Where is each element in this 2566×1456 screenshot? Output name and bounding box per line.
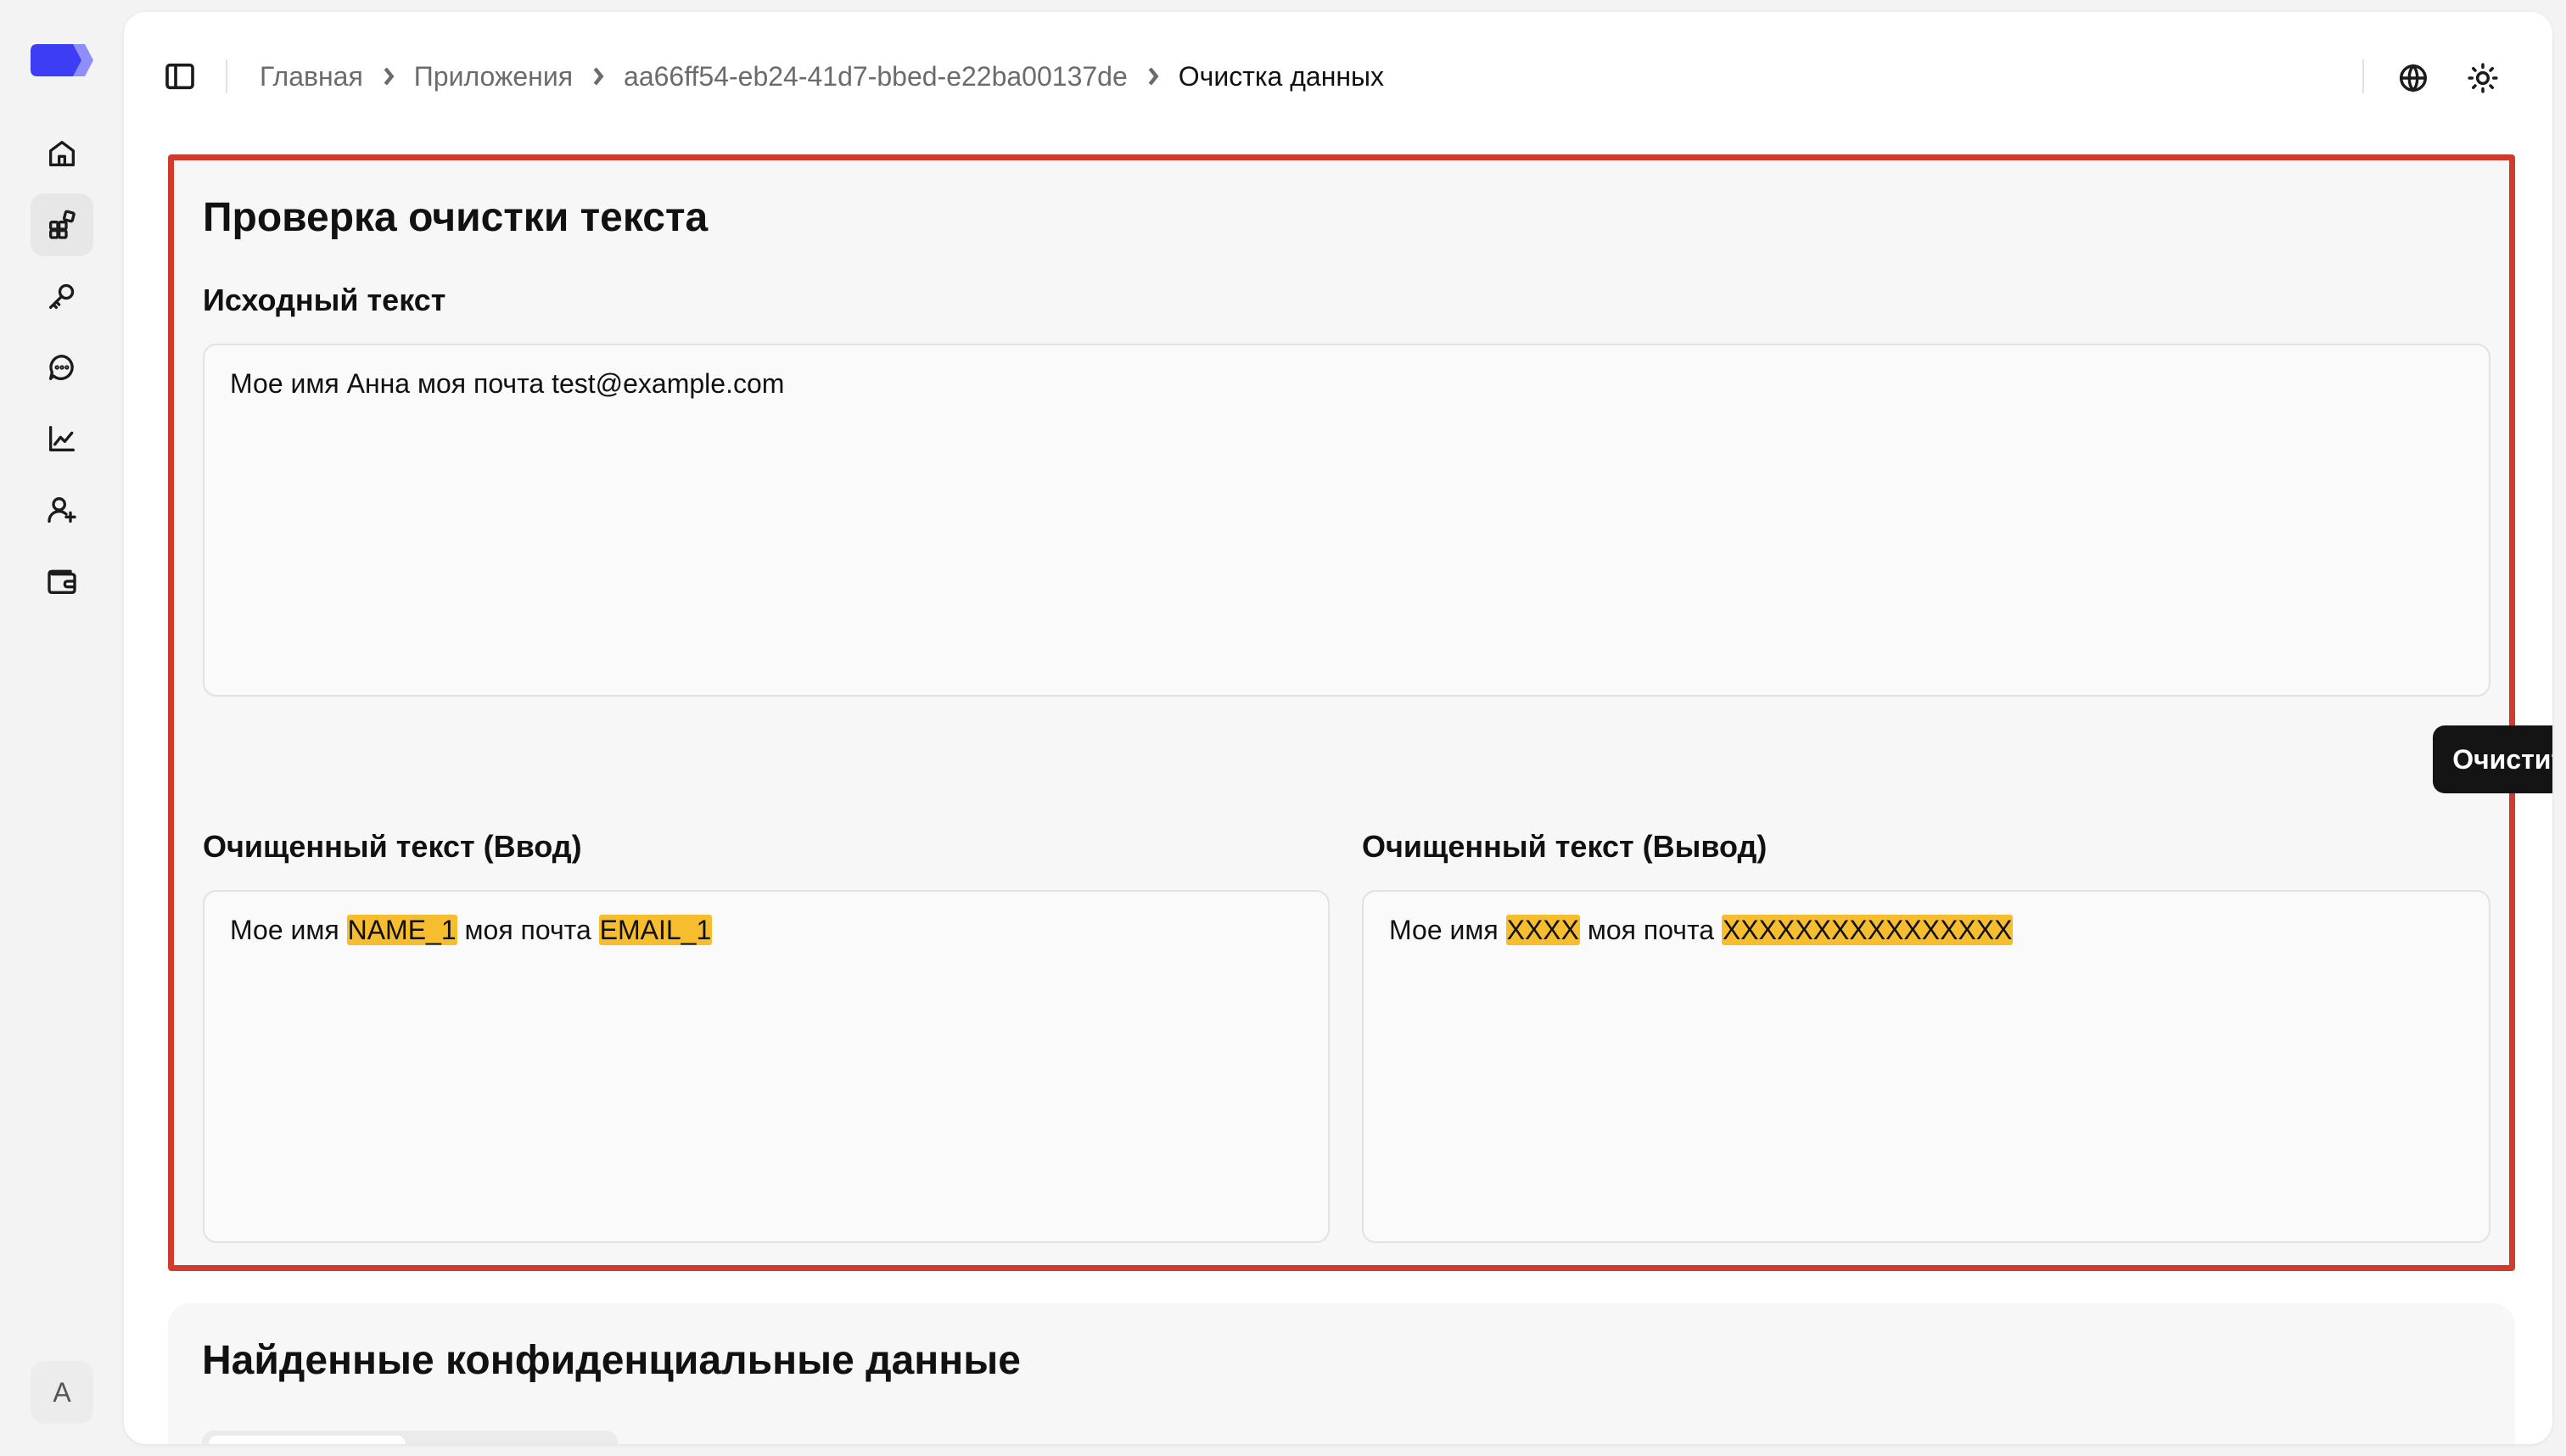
header-divider bbox=[2362, 59, 2364, 93]
app-logo[interactable] bbox=[29, 39, 95, 81]
cleaned-output-output: Мое имя XXXX моя почта XXXXXXXXXXXXXXXX bbox=[1362, 890, 2490, 1243]
highlighted-token: NAME_1 bbox=[346, 915, 457, 945]
theme-toggle-button[interactable] bbox=[2464, 59, 2502, 97]
breadcrumb-app-id[interactable]: aa66ff54-eb24-41d7-bbed-e22ba00137de bbox=[624, 61, 1128, 92]
app-root: A Главная Приложения aa66ff54-eb24-41d7-… bbox=[0, 0, 2566, 1456]
header-divider bbox=[226, 59, 227, 93]
text-segment: моя почта bbox=[457, 915, 599, 945]
user-add-icon bbox=[48, 497, 76, 523]
breadcrumb: Главная Приложения aa66ff54-eb24-41d7-bb… bbox=[260, 59, 1384, 93]
text-cleaning-test-panel: Проверка очистки текста Исходный текст М… bbox=[168, 154, 2552, 1271]
chevron-right-icon bbox=[1146, 67, 1160, 86]
cleaned-output-label: Очищенный текст (Вывод) bbox=[1362, 829, 1768, 864]
panel-title: Проверка очистки текста bbox=[203, 195, 709, 240]
sidebar-panel-icon bbox=[165, 63, 194, 90]
breadcrumb-current: Очистка данных bbox=[1178, 60, 1385, 92]
sidebar-item-analytics[interactable] bbox=[31, 407, 93, 470]
highlighted-token: EMAIL_1 bbox=[598, 915, 713, 945]
cleaned-input-output: Мое имя NAME_1 моя почта EMAIL_1 bbox=[203, 890, 1330, 1243]
source-text-input[interactable]: Мое имя Анна моя почта test@example.com bbox=[203, 344, 2490, 697]
section-title: Найденные конфиденциальные данные bbox=[202, 1338, 1021, 1383]
chevron-right-icon bbox=[591, 67, 605, 86]
cleaned-input-label: Очищенный текст (Ввод) bbox=[203, 829, 582, 864]
sidebar-item-keys[interactable] bbox=[31, 265, 93, 328]
apps-icon bbox=[49, 210, 76, 239]
tab-bar bbox=[202, 1431, 618, 1444]
text-segment: Мое имя bbox=[230, 915, 347, 945]
chat-icon bbox=[49, 355, 74, 380]
main-content: Главная Приложения aa66ff54-eb24-41d7-bb… bbox=[124, 12, 2552, 1444]
tab-active[interactable] bbox=[209, 1436, 406, 1444]
toggle-sidebar-button[interactable] bbox=[163, 59, 199, 95]
chart-icon bbox=[49, 426, 76, 451]
sun-icon bbox=[2468, 63, 2498, 93]
text-segment: моя почта bbox=[1579, 915, 1722, 945]
wallet-icon bbox=[48, 569, 76, 594]
breadcrumb-apps[interactable]: Приложения bbox=[414, 61, 573, 92]
sidebar-item-users[interactable] bbox=[31, 479, 93, 541]
globe-icon bbox=[2400, 64, 2427, 92]
key-icon bbox=[49, 283, 75, 309]
home-icon bbox=[49, 141, 76, 166]
user-avatar[interactable]: A bbox=[31, 1361, 93, 1424]
sidebar-item-chat[interactable] bbox=[31, 336, 93, 399]
sidebar-item-apps[interactable] bbox=[31, 193, 93, 256]
found-sensitive-data-section: Найденные конфиденциальные данные bbox=[168, 1303, 2515, 1444]
highlighted-token: XXXXXXXXXXXXXXXX bbox=[1721, 915, 2014, 945]
source-text-label: Исходный текст bbox=[203, 283, 446, 317]
highlighted-token: XXXX bbox=[1505, 915, 1580, 945]
sidebar-rail: A bbox=[0, 0, 124, 1456]
breadcrumb-home[interactable]: Главная bbox=[260, 61, 363, 92]
chevron-right-icon bbox=[382, 67, 395, 86]
text-segment: Мое имя bbox=[1389, 915, 1506, 945]
top-bar: Главная Приложения aa66ff54-eb24-41d7-bb… bbox=[124, 12, 2552, 139]
clean-button[interactable]: Очистить bbox=[2433, 725, 2552, 793]
sidebar-item-wallet[interactable] bbox=[31, 550, 93, 613]
sidebar-item-home[interactable] bbox=[31, 122, 93, 185]
language-button[interactable] bbox=[2395, 59, 2432, 97]
